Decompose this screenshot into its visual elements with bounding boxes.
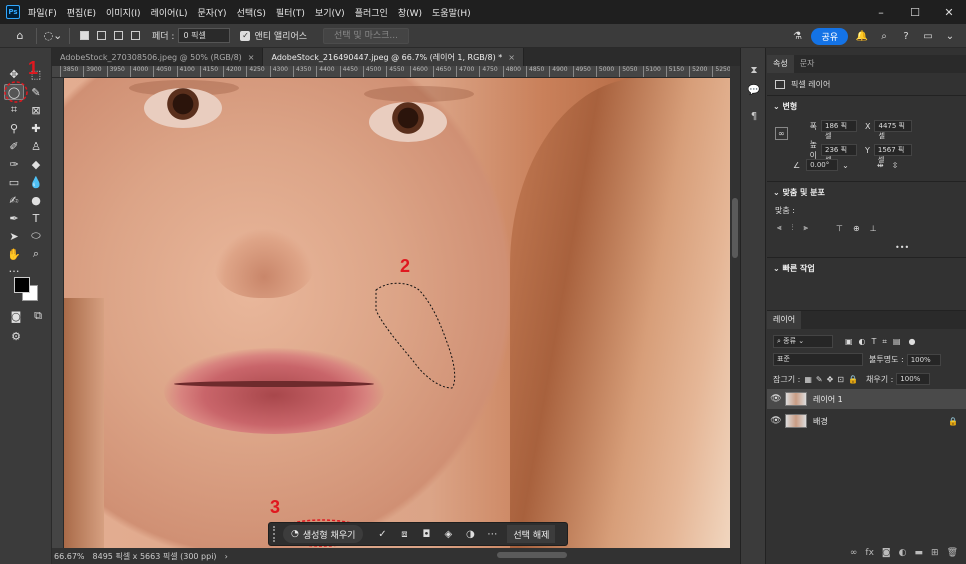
layer-row[interactable]: 👁 레이어 1 <box>767 389 966 409</box>
more-options-icon[interactable]: ⋯ <box>481 525 503 543</box>
zoom-level[interactable]: 66.67% <box>54 552 85 561</box>
layer-row[interactable]: 👁 배경 🔒 <box>767 411 966 431</box>
layer-name: 배경 <box>813 416 828 426</box>
properties-panel: 속성 문자 픽셀 레이어 ⌄ 변형 ∞ 폭 186 픽셀 X 4475 픽셀 높… <box>767 55 966 305</box>
deselect-button[interactable]: 선택 해제 <box>507 525 556 543</box>
tab-properties[interactable]: 속성 <box>767 55 794 73</box>
transform-section-title[interactable]: ⌄ 변형 <box>773 101 797 112</box>
divider <box>767 181 966 182</box>
fill-icon[interactable]: ◈ <box>437 525 459 543</box>
filter-toggle-icon[interactable]: ● <box>909 337 916 346</box>
align-bottom-icon[interactable]: ⊥ <box>870 224 877 233</box>
visibility-eye-icon[interactable]: 👁 <box>767 416 785 426</box>
y-label: Y <box>865 145 870 155</box>
fill-field[interactable]: 100% <box>896 373 931 385</box>
foreground-color-swatch[interactable] <box>14 277 30 293</box>
align-top-icon[interactable]: ⊤ <box>836 224 843 233</box>
horizontal-scrollbar[interactable] <box>497 552 567 558</box>
layer-thumbnail <box>785 414 807 428</box>
more-align-icon[interactable]: ••• <box>895 243 909 252</box>
lock-label: 잠그기 : <box>773 374 801 384</box>
generative-fill-button[interactable]: ◔ 생성형 채우기 <box>283 525 364 543</box>
angle-field[interactable]: 0.00° <box>806 159 839 171</box>
group-icon[interactable]: ▬ <box>915 548 924 558</box>
blend-mode-select[interactable]: 표준 <box>773 353 863 366</box>
visibility-eye-icon[interactable]: 👁 <box>767 394 785 404</box>
invert-selection-icon[interactable]: ⧈ <box>393 525 415 543</box>
y-field[interactable]: 1567 픽셀 <box>873 144 912 164</box>
layer-thumbnail <box>785 392 807 406</box>
tab-character[interactable]: 문자 <box>794 55 821 73</box>
height-field[interactable]: 236 픽셀 <box>821 144 857 164</box>
drag-handle[interactable] <box>273 526 279 542</box>
annotation-circle-1 <box>4 81 28 103</box>
generative-fill-label: 생성형 채우기 <box>302 530 356 541</box>
layer-type-label: 픽셀 레이어 <box>791 80 831 89</box>
history-icon[interactable]: ⧗ <box>746 62 762 78</box>
layers-footer: ∞ fx ◙ ◐ ▬ ⊞ 🗑 <box>850 548 958 558</box>
generative-fill-icon: ◔ <box>291 529 299 539</box>
new-layer-icon[interactable]: ⊞ <box>931 548 939 558</box>
comments-icon[interactable]: 💬 <box>746 82 762 98</box>
annotation-number-1: 1 <box>28 58 39 78</box>
status-arrow[interactable]: › <box>225 552 228 561</box>
opacity-label: 불투명도 : <box>869 355 904 364</box>
add-mask-icon[interactable]: ◙ <box>882 548 891 558</box>
x-field[interactable]: 4475 픽셀 <box>874 120 913 140</box>
align-middle-icon[interactable]: ⊕ <box>853 224 860 233</box>
tab-layers[interactable]: 레이어 <box>767 311 802 329</box>
layer-name: 레이어 1 <box>813 394 843 404</box>
link-layers-icon[interactable]: ∞ <box>850 548 858 558</box>
paragraph-icon[interactable]: ¶ <box>746 108 762 124</box>
vertical-scrollbar[interactable] <box>730 78 740 548</box>
x-label: X <box>865 121 871 131</box>
align-left-icon[interactable]: ⫷ <box>777 223 782 233</box>
adjustment-layer-icon[interactable]: ◐ <box>899 548 907 558</box>
divider <box>767 95 966 96</box>
align-section-title[interactable]: ⌄ 맞춤 및 분포 <box>773 187 825 198</box>
fill-label: 채우기 : <box>865 374 894 384</box>
annotation-number-3: 3 <box>270 497 281 517</box>
document-info: 8495 픽셀 x 5663 픽셀 (300 ppi) <box>92 551 217 561</box>
annotation-number-2: 2 <box>400 256 411 276</box>
height-label: 높이 <box>809 140 817 160</box>
divider <box>767 257 966 258</box>
angle-icon: ∠ <box>793 160 801 170</box>
flip-horizontal-icon[interactable]: ⇹ <box>877 161 884 170</box>
lock-icon: 🔒 <box>948 416 958 426</box>
modify-selection-icon[interactable]: ✓ <box>371 525 393 543</box>
contextual-task-bar: ◔ 생성형 채우기 ✓ ⧈ ◘ ◈ ◑ ⋯ 선택 해제 <box>268 522 568 546</box>
layer-filter-icons[interactable]: ▣◐T⌗▤ <box>845 337 907 347</box>
width-label: 폭 <box>809 121 817 131</box>
align-label: 맞춤 : <box>775 206 795 215</box>
collapsed-panels: ⧗ 💬 ¶ <box>740 48 766 564</box>
adjustment-icon[interactable]: ◑ <box>459 525 481 543</box>
align-right-icon[interactable]: ⫸ <box>804 223 809 233</box>
lock-icons[interactable]: ▦✎✥⊡🔒 <box>804 375 862 384</box>
status-bar: 66.67% 8495 픽셀 x 5663 픽셀 (300 ppi) › <box>52 548 740 564</box>
scrollbar-thumb[interactable] <box>732 198 738 258</box>
layers-panel: 레이어 ⌕ 종류 ⌄ ▣◐T⌗▤ ● 표준 불투명도 : 100% 잠그기 : … <box>767 310 966 564</box>
layer-kind-filter[interactable]: ⌕ 종류 ⌄ <box>773 335 833 348</box>
pixel-layer-icon <box>775 80 785 89</box>
chevron-down-icon[interactable]: ⌄ <box>842 161 849 170</box>
flip-vertical-icon[interactable]: ⇳ <box>892 161 899 170</box>
width-field[interactable]: 186 픽셀 <box>821 120 857 140</box>
align-center-icon[interactable]: ⫶ <box>792 223 794 233</box>
opacity-field[interactable]: 100% <box>906 353 941 366</box>
layer-style-icon[interactable]: fx <box>865 548 874 558</box>
mask-icon[interactable]: ◘ <box>415 525 437 543</box>
quick-actions-section-title[interactable]: ⌄ 빠른 작업 <box>773 263 815 274</box>
delete-layer-icon[interactable]: 🗑 <box>947 548 958 558</box>
link-icon[interactable]: ∞ <box>775 127 788 140</box>
